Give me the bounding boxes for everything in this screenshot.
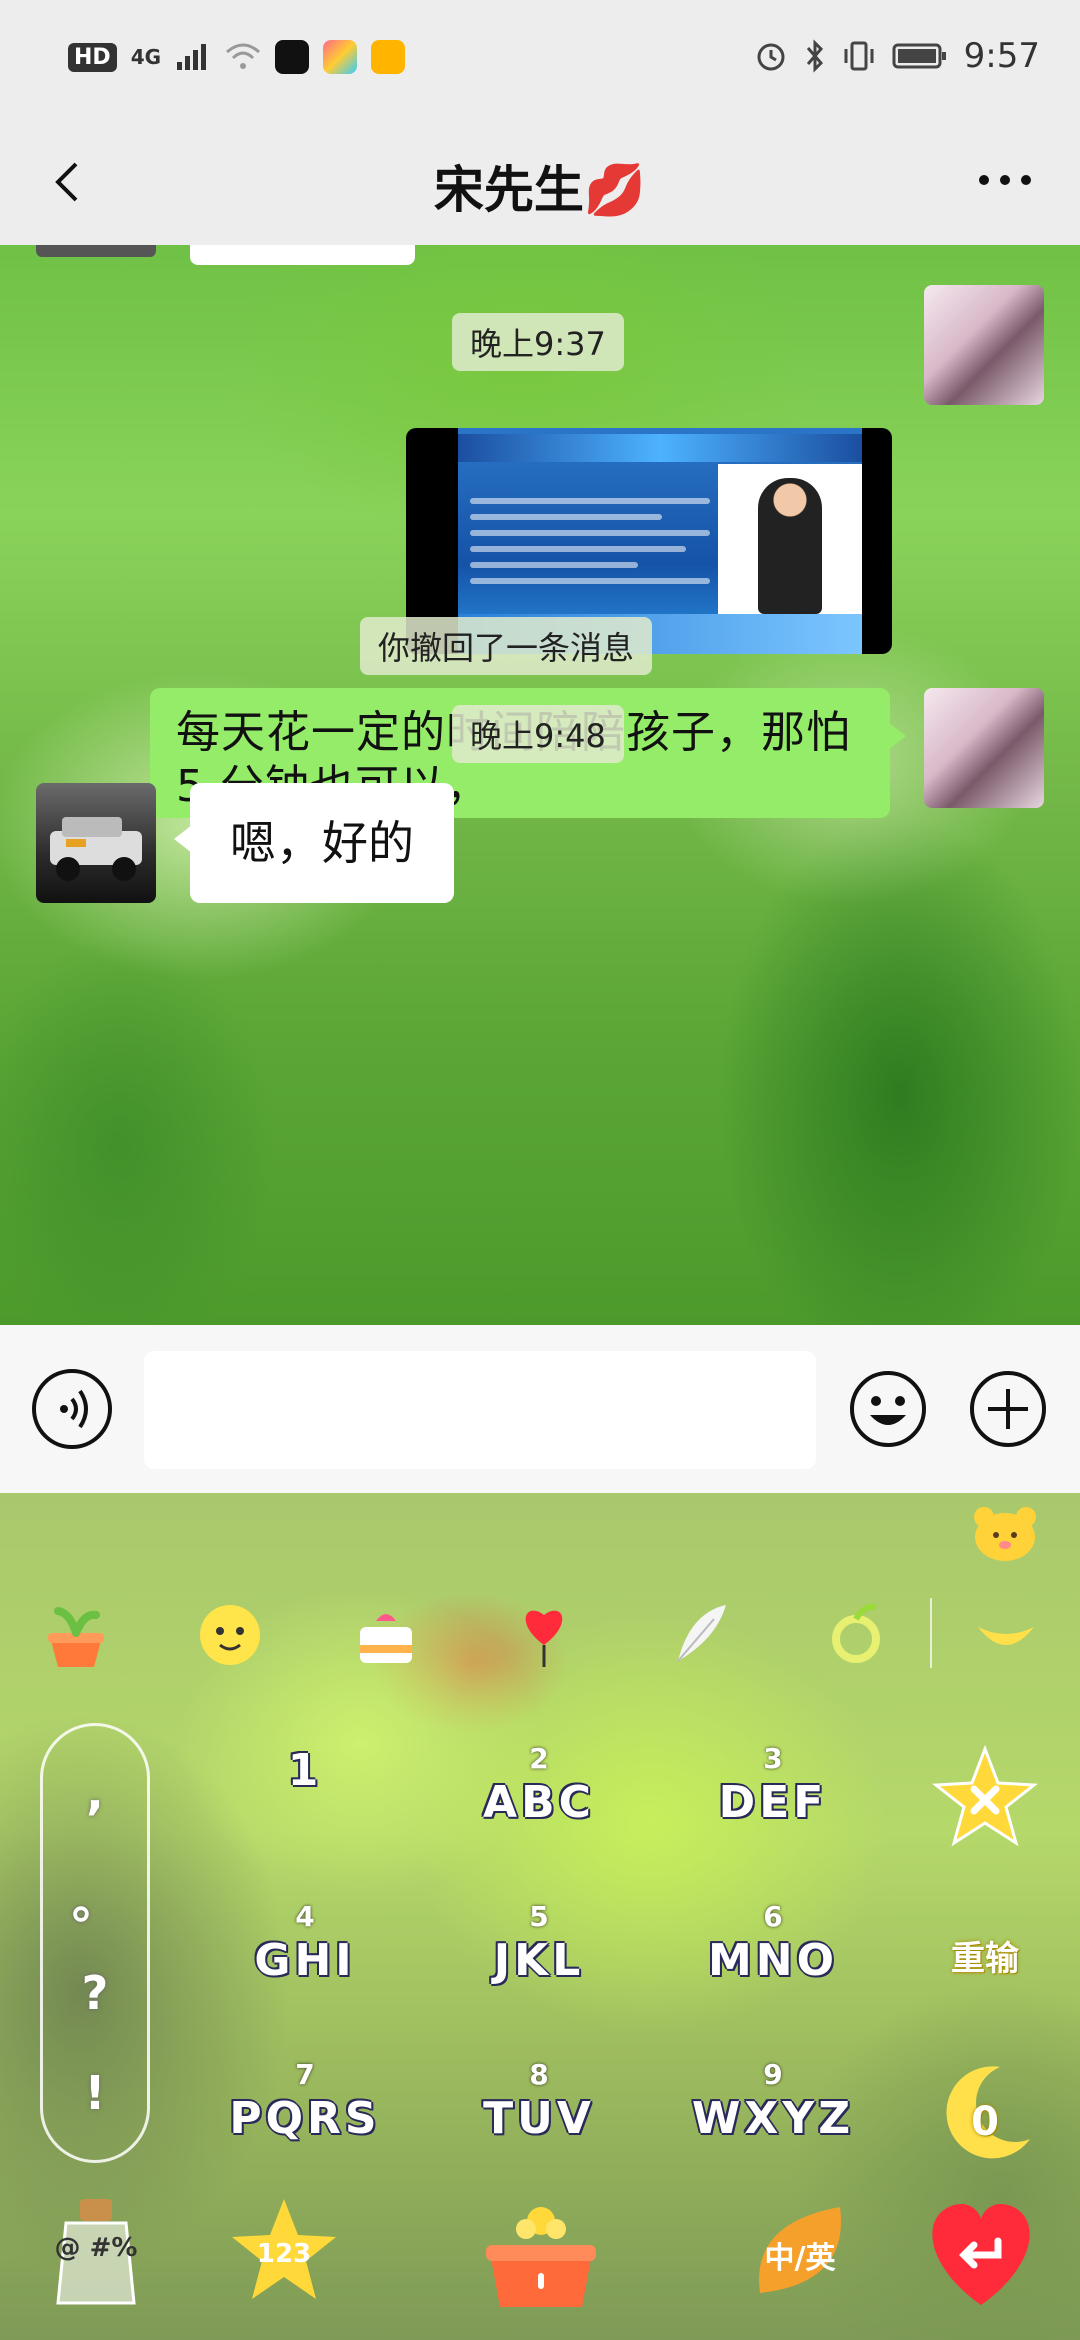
punct-key[interactable]: ! <box>43 2066 147 2120</box>
punctuation-column: , 。 ? ! <box>40 1723 150 2163</box>
app-icon-colorful <box>323 40 358 74</box>
car-icon <box>50 817 142 881</box>
key-6[interactable]: 6 MNO <box>658 1901 888 2011</box>
toolbar-divider <box>930 1598 932 1668</box>
clock: 9:57 <box>963 36 1040 76</box>
key-1[interactable]: 1 <box>190 1743 420 1853</box>
cake-icon[interactable] <box>346 1593 426 1673</box>
flower-pot-icon <box>486 2207 596 2307</box>
vibrate-icon <box>844 41 874 71</box>
app-icon-yellow <box>371 40 406 74</box>
contact-name: 宋先生💋 <box>433 161 647 219</box>
heart-balloon-icon[interactable] <box>504 1593 584 1673</box>
status-bar: HD 4G 9:57 <box>0 0 1080 120</box>
key-9[interactable]: 9 WXYZ <box>658 2059 888 2169</box>
retype-key[interactable]: 重输 <box>930 1901 1040 2011</box>
emoji-button[interactable] <box>848 1369 928 1449</box>
voice-input-button[interactable] <box>32 1369 112 1449</box>
numbers-label: 123 <box>256 2239 312 2269</box>
my-avatar[interactable] <box>924 688 1044 808</box>
hd-indicator: HD <box>68 42 117 72</box>
message-bubble-partial <box>190 245 415 265</box>
signal-icon <box>177 44 207 70</box>
zero-key[interactable]: 0 <box>930 2059 1040 2169</box>
network-type: 4G <box>130 45 162 69</box>
my-avatar[interactable] <box>924 285 1044 405</box>
battery-icon <box>892 43 946 69</box>
contact-avatar-partial <box>36 245 156 257</box>
space-key[interactable] <box>476 2193 606 2313</box>
language-label: 中/英 <box>764 2241 836 2276</box>
alarm-icon <box>757 43 785 71</box>
chat-header: 宋先生💋 <box>0 120 1080 245</box>
retype-label: 重输 <box>951 1939 1019 1979</box>
language-switch-key[interactable]: 中/英 <box>740 2193 860 2313</box>
bear-icon[interactable] <box>970 1503 1040 1563</box>
circle-leaf-icon[interactable] <box>816 1593 896 1673</box>
more-features-button[interactable] <box>968 1369 1048 1449</box>
voice-icon <box>60 1389 88 1429</box>
plant-pot-icon[interactable] <box>36 1593 116 1673</box>
collapse-keyboard-icon[interactable] <box>966 1593 1046 1673</box>
numbers-key[interactable]: 123 <box>224 2193 344 2313</box>
key-5[interactable]: 5 JKL <box>424 1901 654 2011</box>
key-4[interactable]: 4 GHI <box>190 1901 420 2011</box>
timestamp: 晚上9:37 <box>452 313 624 371</box>
wifi-icon <box>226 43 261 69</box>
chat-area[interactable]: 晚上9:37 每天花一定的时间陪陪孩子，那怕 5 分钟也可以， 你撤回了一条消息… <box>0 245 1080 1325</box>
key-7[interactable]: 7 PQRS <box>190 2059 420 2169</box>
keyboard: , 。 ? ! 1 2 ABC 3 DEF 4 GHI 5 JKL 6 MNO 7 PQRS… <box>0 1493 1080 2340</box>
recall-notice: 你撤回了一条消息 <box>360 617 653 675</box>
timestamp: 晚上9:48 <box>452 705 624 763</box>
symbols-label: @ #% <box>54 2233 138 2263</box>
zero-label: 0 <box>971 2099 999 2145</box>
punct-key[interactable]: , <box>43 1766 147 1820</box>
more-options-icon[interactable] <box>970 150 1040 210</box>
delete-key[interactable] <box>930 1743 1040 1853</box>
heart-enter-icon <box>932 2203 1030 2305</box>
message-input[interactable] <box>144 1351 816 1469</box>
contact-avatar[interactable] <box>36 783 156 903</box>
bluetooth-icon <box>806 39 823 73</box>
feather-icon[interactable] <box>660 1593 740 1673</box>
star-delete-icon <box>931 1744 1039 1847</box>
received-message-bubble[interactable]: 嗯，好的 <box>174 783 454 903</box>
key-8[interactable]: 8 TUV <box>424 2059 654 2169</box>
punct-key[interactable]: 。 <box>43 1866 147 1932</box>
punct-key[interactable]: ? <box>43 1966 147 2020</box>
enter-key[interactable] <box>916 2193 1046 2313</box>
key-3[interactable]: 3 DEF <box>658 1743 888 1853</box>
capcut-app-icon <box>275 40 310 74</box>
smiley-icon[interactable] <box>190 1593 270 1673</box>
key-2[interactable]: 2 ABC <box>424 1743 654 1853</box>
symbols-key[interactable]: @ #% <box>36 2193 156 2313</box>
input-bar <box>0 1325 1080 1493</box>
